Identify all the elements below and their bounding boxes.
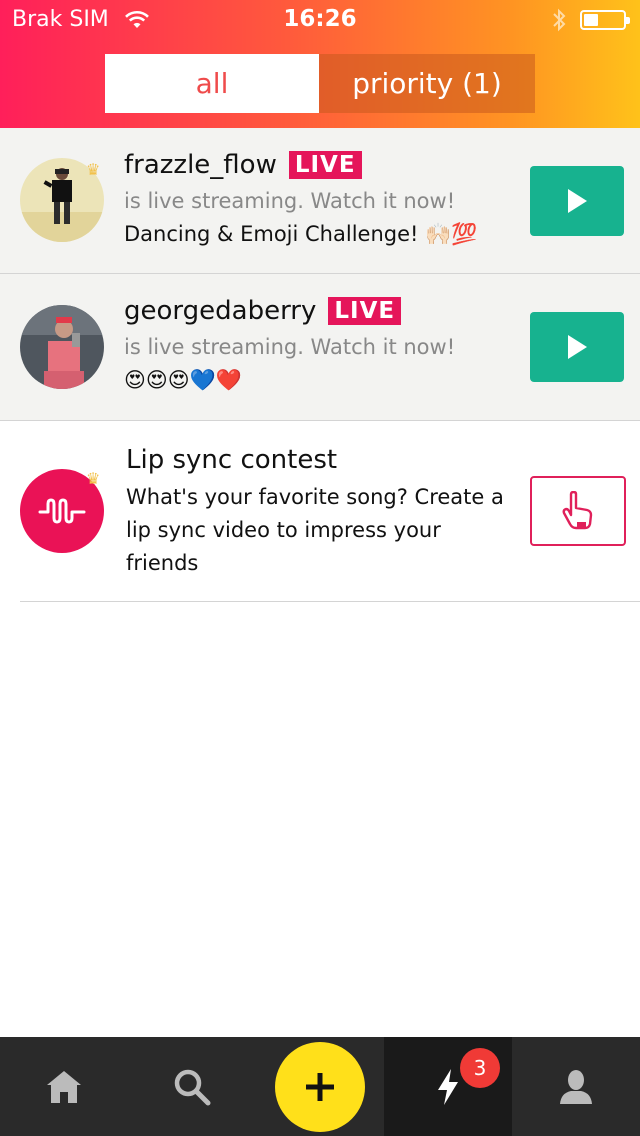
name-line: frazzle_flow LIVE: [124, 150, 362, 180]
search-icon: [174, 1069, 211, 1105]
tab-priority[interactable]: priority (1): [319, 54, 535, 113]
nav-create[interactable]: [256, 1037, 384, 1136]
plus-icon: [306, 1072, 334, 1101]
notification-count-badge: 3: [460, 1048, 500, 1088]
divider: [20, 601, 640, 602]
bluetooth-icon: [552, 8, 566, 36]
status-bar: Brak SIM 16:26: [0, 0, 640, 40]
stream-caption: Dancing & Emoji Challenge! 🙌🏻💯: [124, 222, 478, 246]
notification-list: ♛ frazzle_flow LIVE is live streaming. W…: [0, 128, 640, 602]
clock: 16:26: [283, 6, 357, 32]
list-item[interactable]: georgedaberry LIVE is live streaming. Wa…: [0, 274, 640, 420]
username[interactable]: georgedaberry: [124, 296, 316, 326]
list-item[interactable]: ♛ frazzle_flow LIVE is live streaming. W…: [0, 128, 640, 273]
filter-tabs: all priority (1): [105, 54, 535, 113]
play-button[interactable]: [530, 312, 624, 382]
status-text: is live streaming. Watch it now!: [124, 189, 456, 213]
nav-profile[interactable]: [512, 1037, 640, 1136]
live-badge: LIVE: [288, 151, 362, 179]
tap-hand-icon: [562, 491, 593, 530]
contest-description: What's your favorite song? Create a lip …: [126, 485, 504, 575]
username[interactable]: frazzle_flow: [124, 150, 277, 180]
header: Brak SIM 16:26 all priority (1): [0, 0, 640, 128]
stream-caption: 😍😍😍💙❤️: [124, 368, 242, 392]
list-item[interactable]: ♛ Lip sync contest What's your favorite …: [0, 421, 640, 601]
avatar[interactable]: [20, 305, 104, 389]
play-button[interactable]: [530, 166, 624, 236]
nav-search[interactable]: [128, 1037, 256, 1136]
create-button[interactable]: [275, 1041, 365, 1132]
play-icon: [568, 335, 587, 359]
home-icon: [47, 1070, 81, 1103]
crown-icon: ♛: [86, 469, 101, 488]
profile-icon: [560, 1069, 592, 1104]
lightning-icon: [438, 1068, 458, 1105]
battery-icon: [580, 10, 630, 30]
nav-home[interactable]: [0, 1037, 128, 1136]
contest-title: Lip sync contest: [126, 445, 338, 475]
live-badge: LIVE: [328, 297, 402, 325]
crown-icon: ♛: [86, 160, 101, 179]
play-icon: [568, 189, 587, 213]
name-line: georgedaberry LIVE: [124, 296, 402, 326]
participate-button[interactable]: [530, 476, 626, 546]
bottom-nav: [0, 1037, 640, 1136]
tab-all[interactable]: all: [105, 54, 319, 113]
status-text: is live streaming. Watch it now!: [124, 335, 456, 359]
